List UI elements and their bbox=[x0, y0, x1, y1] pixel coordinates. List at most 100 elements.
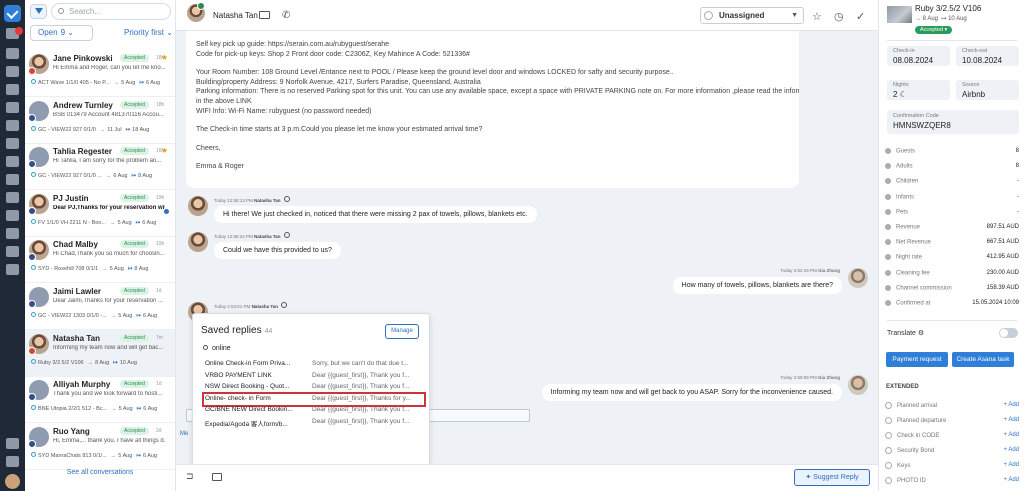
integrations-icon[interactable] bbox=[6, 246, 19, 257]
detail-row: Children - bbox=[885, 178, 1019, 188]
saved-reply-preview: Dear {{guest_first}}, Thank you f... bbox=[312, 383, 410, 391]
add-field-button[interactable]: + Add bbox=[1003, 477, 1019, 483]
composer-tab[interactable]: Me bbox=[180, 431, 188, 437]
conversation-item[interactable]: Jane Pinkowski Accepted 18h ★ Hi Emma and Ro… bbox=[25, 50, 175, 97]
translate-label: Translate ⚙ bbox=[887, 329, 924, 337]
add-field-button[interactable]: + Add bbox=[1003, 447, 1019, 453]
search-input[interactable] bbox=[51, 3, 171, 20]
detail-value: 15.05.2024 10:09 bbox=[972, 300, 1019, 306]
contact-name[interactable]: Natasha Tan bbox=[213, 11, 258, 20]
bookmark-icon[interactable]: ⊐ bbox=[186, 471, 194, 482]
location-pin-icon bbox=[31, 405, 36, 411]
saved-reply-item[interactable]: GC/BNE NEW Direct Bookin... Dear {{guest_… bbox=[205, 406, 423, 415]
mail-icon[interactable] bbox=[259, 11, 270, 19]
detail-value: 8 bbox=[1015, 148, 1019, 154]
conversation-time: 18h bbox=[156, 101, 165, 108]
conversation-name: Jaimi Lawler bbox=[53, 287, 102, 296]
add-field-button[interactable]: + Add bbox=[1003, 432, 1019, 438]
payment-request-button[interactable]: Payment request bbox=[886, 352, 948, 367]
star-icon[interactable]: ☆ bbox=[812, 10, 822, 23]
translate-toggle[interactable] bbox=[999, 328, 1018, 338]
resolve-check-icon[interactable]: ✓ bbox=[856, 10, 865, 23]
detail-icon bbox=[885, 148, 891, 154]
saved-reply-item[interactable]: VRBO PAYMENT LINK Dear {{guest_first}}, T… bbox=[205, 372, 423, 381]
brush-icon[interactable] bbox=[6, 102, 19, 113]
add-field-button[interactable]: + Add bbox=[1003, 417, 1019, 423]
add-field-button[interactable]: + Add bbox=[1003, 402, 1019, 408]
message-meta: Today 2:52:16 PM Gia Zhang bbox=[780, 268, 840, 273]
user-avatar[interactable] bbox=[5, 474, 20, 489]
message-line: Self key pick up guide: https://serain.c… bbox=[196, 41, 389, 48]
finance-icon[interactable] bbox=[6, 210, 19, 221]
sort-dropdown[interactable]: Priority first ⌄ bbox=[124, 28, 173, 37]
status-badge: Accepted bbox=[120, 426, 149, 435]
calendar-icon[interactable] bbox=[6, 66, 19, 77]
message-line: in the above LINK bbox=[196, 97, 252, 105]
conversation-item[interactable]: Tahlia Regester Accepted 16h ★ Hi Tahlia, I … bbox=[25, 143, 175, 191]
conversation-item[interactable]: Andrew Turnley Accepted 18h BSB 013479 Acco… bbox=[25, 97, 175, 144]
inbox-icon[interactable] bbox=[6, 48, 19, 59]
avatar bbox=[28, 100, 49, 122]
saved-reply-item[interactable]: NSW Direct Booking - Quot... Dear {{guest… bbox=[205, 383, 423, 392]
guests-icon[interactable] bbox=[6, 192, 19, 203]
checkout-arrow-icon: ↦ bbox=[139, 80, 144, 86]
add-field-button[interactable]: + Add bbox=[1003, 462, 1019, 468]
booking-panel: Ruby 3/2.5/2 V106 → 8 Aug ↦ 10 Aug Accep… bbox=[878, 0, 1024, 491]
upsell-icon[interactable] bbox=[6, 228, 19, 239]
reviews-icon[interactable] bbox=[6, 138, 19, 149]
suggest-reply-button[interactable]: ✦ Suggest Reply bbox=[794, 469, 870, 486]
listings-icon[interactable] bbox=[6, 174, 19, 185]
saved-reply-preview: Dear {{guest_first}}, Thank you f... bbox=[312, 406, 410, 414]
message-line: Building/property Address: 9 Norfolk Ave… bbox=[196, 78, 481, 86]
conversation-item[interactable]: Chad Malby Accepted 19h Hi Chad,Thank you s… bbox=[25, 236, 175, 284]
extended-field-label: PHOTO ID bbox=[897, 478, 926, 485]
checkin-arrow-icon: → bbox=[87, 359, 94, 366]
help-icon[interactable] bbox=[6, 456, 19, 467]
confirmation-label: Confirmation Code bbox=[893, 113, 939, 119]
saved-reply-item[interactable]: Expedia/Agoda 客人form/b... Dear {{guest_fi… bbox=[205, 418, 423, 428]
saved-reply-item[interactable]: Online- check- in Form Dear {{guest_first… bbox=[202, 391, 426, 407]
agent-avatar bbox=[848, 375, 868, 395]
create-asana-task-button[interactable]: Create Asana task bbox=[952, 352, 1014, 367]
composer-toolbar: ⊐ ✦ Suggest Reply bbox=[176, 464, 878, 491]
status-badge: Accepted bbox=[120, 193, 149, 202]
channel-icon bbox=[28, 67, 36, 75]
manage-button[interactable]: Manage bbox=[385, 324, 419, 339]
reports-icon[interactable] bbox=[6, 84, 19, 95]
filter-button[interactable] bbox=[30, 4, 47, 19]
chevron-down-icon: ⌄ bbox=[65, 28, 74, 37]
conversation-item[interactable]: Ruo Yang Accepted 2d Hi, Emma,... thank you… bbox=[25, 423, 175, 470]
saved-reply-item[interactable]: Online Check-in Form Priva... Sorry, but … bbox=[205, 360, 423, 369]
detail-row: Adults 8 bbox=[885, 163, 1019, 173]
status-badge: Accepted bbox=[120, 54, 149, 62]
conversation-item[interactable]: PJ Justin Accepted 19h Dear PJ,Thanks for y… bbox=[25, 190, 175, 237]
app-logo-icon[interactable] bbox=[4, 5, 21, 22]
conversation-item[interactable]: Alliyah Murphy Accepted 1d Thank you and we… bbox=[25, 376, 175, 424]
see-all-conversations-link[interactable]: See all conversations bbox=[25, 469, 175, 476]
detail-icon bbox=[885, 269, 891, 276]
star-icon[interactable]: ★ bbox=[161, 146, 168, 155]
confirmation-value[interactable]: HMNSWZQER8 bbox=[893, 121, 1013, 130]
location-pin-icon bbox=[31, 218, 36, 224]
search-nav-icon[interactable] bbox=[6, 438, 19, 449]
message-day: Today bbox=[780, 268, 793, 273]
open-filter-dropdown[interactable]: Open 9 ⌄ bbox=[30, 25, 93, 41]
star-icon[interactable]: ★ bbox=[161, 53, 168, 62]
listing-name[interactable]: Ruby 3/2.5/2 V106 bbox=[915, 4, 981, 13]
message-line bbox=[196, 59, 799, 68]
phone-icon[interactable]: ✆ bbox=[282, 10, 290, 21]
tasks-icon[interactable] bbox=[6, 120, 19, 131]
automation-icon[interactable] bbox=[6, 156, 19, 167]
image-icon[interactable] bbox=[212, 473, 222, 481]
extended-field: Security Bond + Add bbox=[885, 447, 1019, 457]
conversation-item[interactable]: Jaimi Lawler Accepted 1d Dear Jaimi,Thanks … bbox=[25, 283, 175, 330]
gear-icon[interactable]: ⚙ bbox=[918, 330, 924, 337]
detail-row: Cleaning fee 230.00 AUD bbox=[885, 269, 1019, 280]
settings-icon[interactable] bbox=[6, 264, 19, 275]
snooze-clock-icon[interactable]: ◷ bbox=[834, 10, 844, 23]
search-icon bbox=[203, 345, 208, 350]
message-author: Natasha Tan bbox=[254, 234, 281, 239]
assignee-dropdown[interactable]: Unassigned ▼ bbox=[700, 7, 804, 24]
saved-replies-search[interactable]: online bbox=[203, 345, 231, 352]
conversation-item[interactable]: Natasha Tan Accepted 7m Informing my team n… bbox=[25, 329, 175, 377]
